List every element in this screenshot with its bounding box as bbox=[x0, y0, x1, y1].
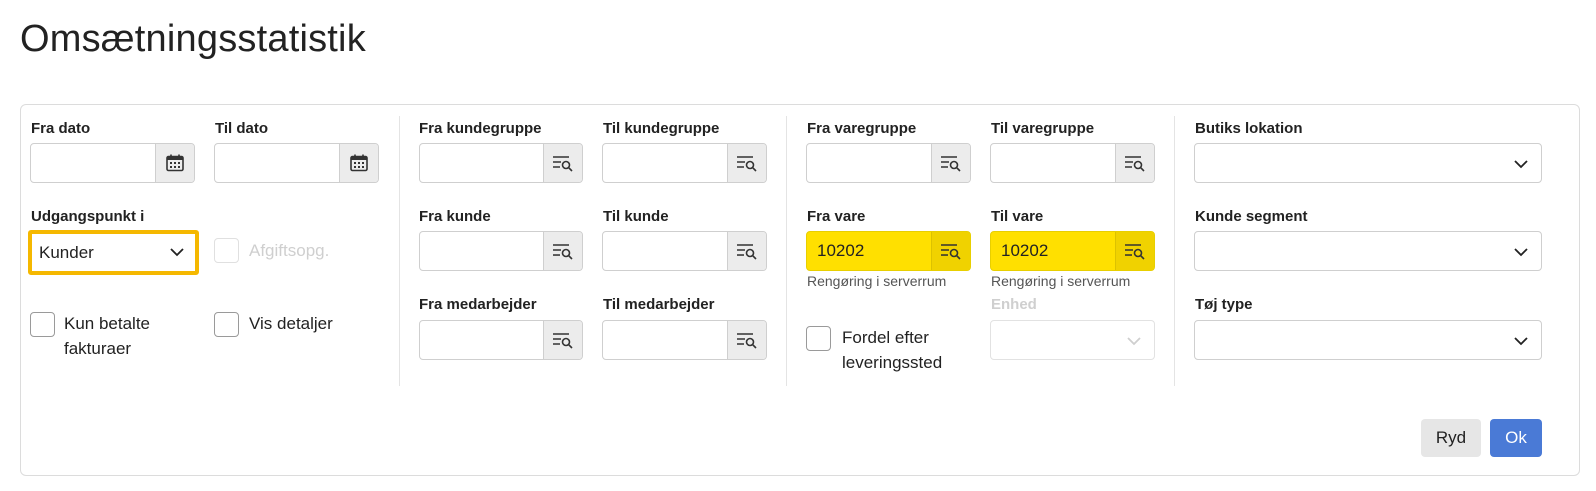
unit-label: Enhed bbox=[991, 296, 1037, 313]
show-details-label: Vis detaljer bbox=[249, 314, 333, 333]
clothing-type-label: Tøj type bbox=[1195, 296, 1253, 313]
to-date-label: Til dato bbox=[215, 120, 269, 137]
list-search-icon[interactable] bbox=[543, 144, 582, 182]
list-search-icon[interactable] bbox=[931, 144, 970, 182]
from-customer-group-field[interactable] bbox=[419, 143, 583, 183]
customer-segment-select[interactable] bbox=[1194, 231, 1542, 271]
column-divider bbox=[1174, 116, 1175, 386]
chevron-down-icon bbox=[1513, 156, 1529, 172]
from-customer-group-label: Fra kundegruppe bbox=[419, 120, 542, 137]
to-item-group-field[interactable] bbox=[990, 143, 1155, 183]
from-customer-label: Fra kunde bbox=[419, 208, 491, 225]
to-date-field[interactable] bbox=[214, 143, 379, 183]
to-employee-field[interactable] bbox=[602, 320, 767, 360]
from-item-description: Rengøring i serverrum bbox=[807, 273, 947, 289]
from-item-group-field[interactable] bbox=[806, 143, 971, 183]
column-divider bbox=[399, 116, 400, 386]
list-search-icon[interactable] bbox=[931, 232, 970, 270]
clear-button[interactable]: Ryd bbox=[1421, 419, 1481, 457]
to-item-label: Til vare bbox=[991, 208, 1044, 225]
afgift-checkbox[interactable] bbox=[214, 238, 239, 263]
chevron-down-icon bbox=[1513, 244, 1529, 260]
from-date-field[interactable] bbox=[30, 143, 195, 183]
to-item-field[interactable]: 10202 bbox=[990, 231, 1155, 271]
from-item-group-label: Fra varegruppe bbox=[807, 120, 917, 137]
from-date-label: Fra dato bbox=[31, 120, 91, 137]
chevron-down-icon bbox=[1126, 333, 1142, 349]
store-location-select[interactable] bbox=[1194, 143, 1542, 183]
to-customer-field[interactable] bbox=[602, 231, 767, 271]
basis-selected-value: Kunder bbox=[39, 243, 94, 262]
to-employee-label: Til medarbejder bbox=[603, 296, 715, 313]
afgift-label: Afgiftsopg. bbox=[249, 241, 330, 260]
customer-segment-label: Kunde segment bbox=[1195, 208, 1308, 225]
ok-button[interactable]: Ok bbox=[1490, 419, 1542, 457]
to-item-value: 10202 bbox=[1001, 241, 1049, 260]
from-item-label: Fra vare bbox=[807, 208, 866, 225]
list-search-icon[interactable] bbox=[727, 321, 766, 359]
list-search-icon[interactable] bbox=[727, 232, 766, 270]
to-customer-label: Til kunde bbox=[603, 208, 669, 225]
to-item-group-label: Til varegruppe bbox=[991, 120, 1095, 137]
show-details-checkbox[interactable] bbox=[214, 312, 239, 337]
to-customer-group-field[interactable] bbox=[602, 143, 767, 183]
distribute-label: Fordel efter leveringssted bbox=[842, 328, 943, 372]
basis-select[interactable]: Kunder bbox=[28, 230, 199, 275]
from-employee-label: Fra medarbejder bbox=[419, 296, 537, 313]
calendar-icon[interactable] bbox=[155, 144, 194, 182]
from-item-value: 10202 bbox=[817, 241, 865, 260]
from-item-field[interactable]: 10202 bbox=[806, 231, 971, 271]
basis-label: Udgangspunkt i bbox=[31, 208, 145, 225]
page-title: Omsætningsstatistik bbox=[20, 18, 366, 60]
clothing-type-select[interactable] bbox=[1194, 320, 1542, 360]
column-divider bbox=[786, 116, 787, 386]
paid-only-checkbox[interactable] bbox=[30, 312, 55, 337]
unit-select[interactable] bbox=[990, 320, 1155, 360]
chevron-down-icon bbox=[1513, 333, 1529, 349]
distribute-checkbox[interactable] bbox=[806, 326, 831, 351]
from-employee-field[interactable] bbox=[419, 320, 583, 360]
store-location-label: Butiks lokation bbox=[1195, 120, 1303, 137]
from-customer-field[interactable] bbox=[419, 231, 583, 271]
list-search-icon[interactable] bbox=[1115, 144, 1154, 182]
list-search-icon[interactable] bbox=[543, 321, 582, 359]
to-item-description: Rengøring i serverrum bbox=[991, 273, 1131, 289]
list-search-icon[interactable] bbox=[1115, 232, 1154, 270]
list-search-icon[interactable] bbox=[727, 144, 766, 182]
paid-only-label: Kun betalte fakturaer bbox=[64, 314, 151, 358]
calendar-icon[interactable] bbox=[339, 144, 378, 182]
list-search-icon[interactable] bbox=[543, 232, 582, 270]
to-customer-group-label: Til kundegruppe bbox=[603, 120, 720, 137]
chevron-down-icon bbox=[169, 244, 185, 260]
